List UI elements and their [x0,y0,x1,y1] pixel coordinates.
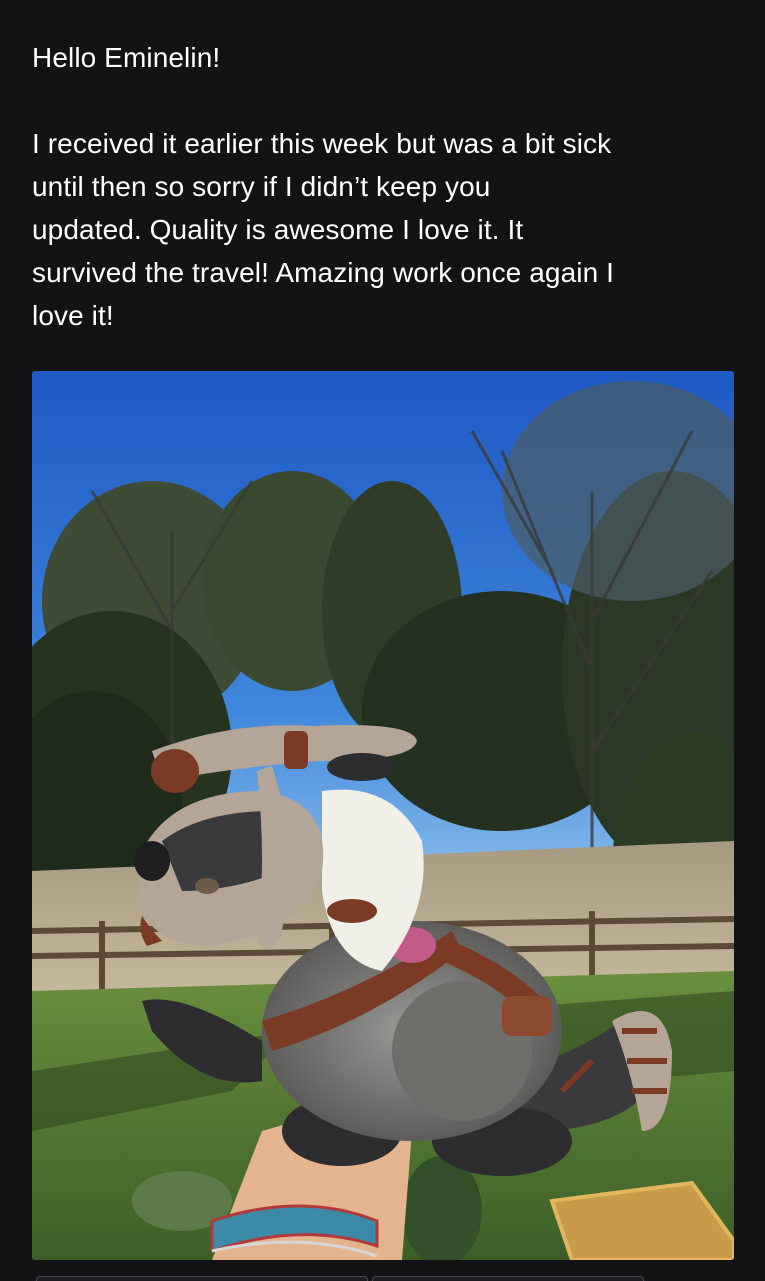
bottom-reaction-bar [0,1270,765,1281]
reaction-pill[interactable] [372,1276,644,1281]
reaction-pill[interactable] [36,1276,368,1281]
message-line: love it! [32,300,114,331]
message-line: I received it earlier this week but was … [32,128,612,159]
attached-photo[interactable] [32,371,734,1260]
photo-illustration [32,371,734,1260]
message-line: until then so sorry if I didn’t keep you [32,171,491,202]
message-line: updated. Quality is awesome I love it. I… [32,214,524,245]
message-greeting: Hello Eminelin! [32,42,221,73]
message-body: Hello Eminelin! I received it earlier th… [32,36,742,337]
message-line: survived the travel! Amazing work once a… [32,257,615,288]
